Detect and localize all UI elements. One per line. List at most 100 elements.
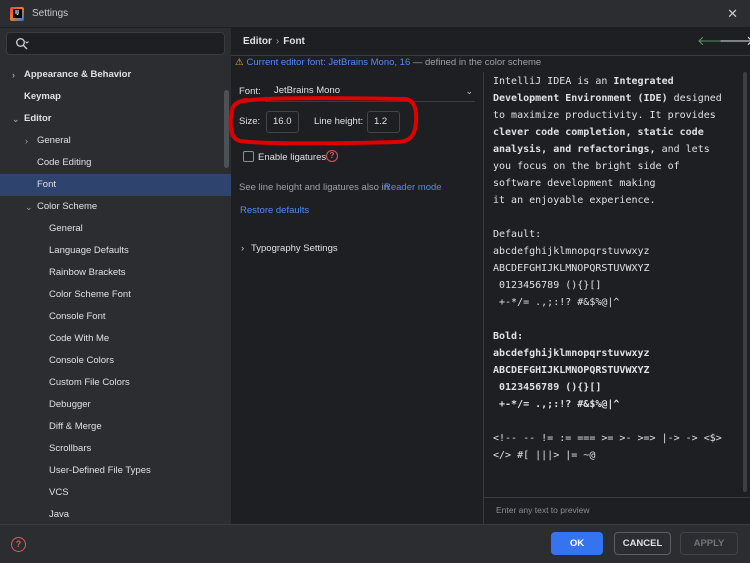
sidebar-item-code-editing[interactable]: Code Editing xyxy=(0,152,231,174)
sidebar-item-console-colors[interactable]: Console Colors xyxy=(0,350,231,372)
window-title: Settings xyxy=(32,8,69,19)
notice-text: — defined in the color scheme xyxy=(410,57,542,68)
chevron-down-icon[interactable]: ⌄ xyxy=(12,108,22,130)
preview-line: </> #[ |||> |= ~@ xyxy=(493,447,743,464)
preview-segment: it an enjoyable experience. xyxy=(493,195,656,206)
preview-line: Default: xyxy=(493,226,743,243)
chevron-down-icon[interactable]: ⌄ xyxy=(25,196,35,218)
preview-line: software development making xyxy=(493,175,743,192)
sidebar-item-keymap[interactable]: Keymap xyxy=(0,86,231,108)
preview-line xyxy=(493,209,743,226)
sidebar-item-java[interactable]: Java xyxy=(0,504,231,526)
preview-line: +-*/= .,;:!? #&$%@|^ xyxy=(493,396,743,413)
sidebar-item-label: General xyxy=(37,135,71,146)
sidebar-item-rainbow-brackets[interactable]: Rainbow Brackets xyxy=(0,262,231,284)
sidebar-scrollbar[interactable] xyxy=(224,90,229,168)
sidebar-item-label: Console Font xyxy=(49,311,106,322)
sidebar-item-scrollbars[interactable]: Scrollbars xyxy=(0,438,231,460)
current-font-link[interactable]: Current editor font: JetBrains Mono, 16 xyxy=(247,57,411,68)
preview-line: +-*/= .,;:!? #&$%@|^ xyxy=(493,294,743,311)
search-input[interactable] xyxy=(6,32,225,55)
sidebar-item-label: Debugger xyxy=(49,399,91,410)
close-icon[interactable]: ✕ xyxy=(727,6,738,22)
preview-segment: clever code completion, static code xyxy=(493,127,704,138)
preview-segment: analysis, and refactorings, xyxy=(493,144,656,155)
sidebar-item-label: VCS xyxy=(49,487,69,498)
sidebar-item-debugger[interactable]: Debugger xyxy=(0,394,231,416)
font-dropdown[interactable]: JetBrains Mono ⌄ xyxy=(265,81,475,102)
reader-mode-hint: See line height and ligatures also in xyxy=(239,182,389,193)
preview-line xyxy=(493,311,743,328)
sidebar-item-editor[interactable]: ⌄ Editor xyxy=(0,108,231,130)
chevron-right-icon[interactable]: › xyxy=(12,64,22,86)
size-label: Size: xyxy=(239,116,261,127)
preview-segment: to maximize productivity. It provides xyxy=(493,110,716,121)
sidebar-item-console-font[interactable]: Console Font xyxy=(0,306,231,328)
sidebar-item-color-scheme[interactable]: ⌄ Color Scheme xyxy=(0,196,231,218)
chevron-right-icon[interactable]: › xyxy=(25,130,35,152)
breadcrumb-editor[interactable]: Editor xyxy=(243,36,272,47)
sidebar-item-vcs[interactable]: VCS xyxy=(0,482,231,504)
apply-button[interactable]: APPLY xyxy=(680,532,738,555)
forward-arrow-icon[interactable]: 🡒 xyxy=(719,33,750,49)
preview-segment: ABCDEFGHIJKLMNOPQRSTUVWXYZ xyxy=(493,365,650,376)
sidebar-item-general[interactable]: › General xyxy=(0,130,231,152)
preview-line: analysis, and refactorings, and lets xyxy=(493,141,743,158)
preview-segment: you focus on the bright side of xyxy=(493,161,680,172)
settings-sidebar: › Appearance & Behavior Keymap ⌄ Editor … xyxy=(0,28,231,524)
preview-segment: IntelliJ IDEA is an xyxy=(493,76,614,87)
divider xyxy=(231,55,750,56)
sidebar-item-color-scheme-general[interactable]: General xyxy=(0,218,231,240)
sidebar-item-language-defaults[interactable]: Language Defaults xyxy=(0,240,231,262)
breadcrumb: Editor › Font xyxy=(243,36,305,47)
preview-segment: <!-- -- != := === >= >- >=> |-> -> <$> xyxy=(493,433,722,444)
ok-button[interactable]: OK xyxy=(551,532,603,555)
sidebar-item-diff-merge[interactable]: Diff & Merge xyxy=(0,416,231,438)
reader-mode-link[interactable]: Reader mode xyxy=(384,182,442,193)
cancel-button[interactable]: CANCEL xyxy=(614,532,671,555)
preview-line: clever code completion, static code xyxy=(493,124,743,141)
sidebar-item-custom-file-colors[interactable]: Custom File Colors xyxy=(0,372,231,394)
ligatures-label[interactable]: Enable ligatures xyxy=(258,152,326,163)
sidebar-item-label: Rainbow Brackets xyxy=(49,267,126,278)
sidebar-item-color-scheme-font[interactable]: Color Scheme Font xyxy=(0,284,231,306)
preview-segment: designed xyxy=(667,93,722,104)
sidebar-item-appearance-behavior[interactable]: › Appearance & Behavior xyxy=(0,64,231,86)
font-preview-text[interactable]: IntelliJ IDEA is an Integrated Developmen… xyxy=(493,73,743,464)
search-icon xyxy=(16,38,29,50)
sidebar-item-label: General xyxy=(49,223,83,234)
preview-line: 0123456789 (){}[] xyxy=(493,379,743,396)
sidebar-item-font[interactable]: Font xyxy=(0,174,231,196)
font-label: Font: xyxy=(239,86,261,97)
chevron-right-icon[interactable]: › xyxy=(241,243,244,254)
settings-content: Editor › Font 🡐 🡒 ⚠ Current editor font: Je… xyxy=(231,28,750,524)
preview-segment: </> #[ |||> |= ~@ xyxy=(493,450,596,461)
preview-segment: +-*/= .,;:!? #&$%@|^ xyxy=(493,399,620,410)
preview-segment: abcdefghijklmnopqrstuvwxyz xyxy=(493,348,650,359)
help-icon[interactable]: ? xyxy=(11,537,26,552)
line-height-field[interactable]: 1.2 xyxy=(367,111,400,133)
preview-line: to maximize productivity. It provides xyxy=(493,107,743,124)
preview-line: it an enjoyable experience. xyxy=(493,192,743,209)
preview-segment: Development Environment (IDE) xyxy=(493,93,668,104)
preview-scrollbar[interactable] xyxy=(743,72,747,492)
preview-line: you focus on the bright side of xyxy=(493,158,743,175)
help-icon[interactable]: ? xyxy=(326,150,338,162)
sidebar-item-label: Code Editing xyxy=(37,157,92,168)
preview-segment: ABCDEFGHIJKLMNOPQRSTUVWXYZ xyxy=(493,263,650,274)
ligatures-checkbox[interactable] xyxy=(243,151,254,162)
intellij-logo-icon: IJ xyxy=(10,6,24,21)
dialog-footer: ? OK CANCEL APPLY xyxy=(0,524,750,563)
title-bar: IJ Settings ✕ xyxy=(0,0,750,28)
preview-line: IntelliJ IDEA is an Integrated xyxy=(493,73,743,90)
restore-defaults-link[interactable]: Restore defaults xyxy=(240,205,309,216)
line-height-label: Line height: xyxy=(314,116,364,127)
sidebar-item-user-defined-file-types[interactable]: User-Defined File Types xyxy=(0,460,231,482)
sidebar-item-code-with-me[interactable]: Code With Me xyxy=(0,328,231,350)
size-field[interactable]: 16.0 xyxy=(266,111,299,133)
sidebar-item-label: Scrollbars xyxy=(49,443,92,454)
typography-settings-toggle[interactable]: Typography Settings xyxy=(251,243,338,254)
sidebar-item-label: Editor xyxy=(24,113,52,124)
preview-segment: 0123456789 (){}[] xyxy=(493,280,602,291)
sidebar-item-label: Color Scheme Font xyxy=(49,289,131,300)
